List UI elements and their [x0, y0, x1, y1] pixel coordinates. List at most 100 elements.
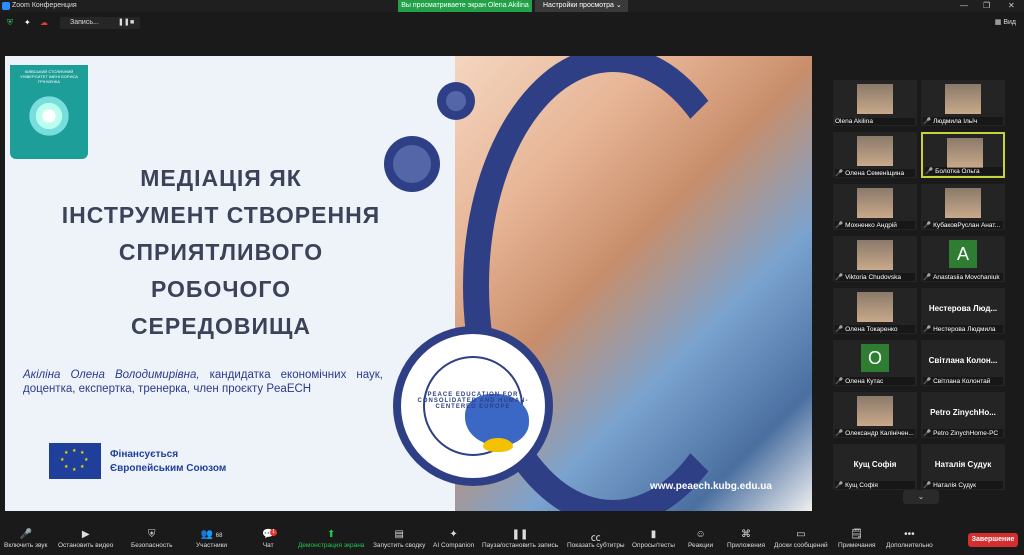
apps-button[interactable]: ⌘ Приложения [727, 529, 765, 549]
participant-name: Нестерова Людмила [933, 326, 996, 333]
ai-companion-button[interactable]: ✦ AI Companion [433, 529, 474, 549]
participant-name: Олена Токаренко [845, 326, 898, 333]
title-line: СЕРЕДОВИЩА [130, 313, 312, 339]
pause-icon[interactable]: ❚❚ [118, 17, 130, 29]
polls-button[interactable]: ▮ Опросы/тесты [632, 529, 675, 549]
view-options-label: Настройки просмотра [543, 2, 614, 9]
participant-tile[interactable]: 🎤 Олександр Калінічен... [833, 392, 917, 438]
participant-display-name: Наталія Судук [934, 460, 992, 469]
chevron-down-icon: ⌄ [615, 2, 622, 9]
logo-text: PEACE EDUCATION FOR CONSOLIDATED AND HUM… [417, 392, 529, 410]
minimize-icon[interactable]: — [960, 1, 968, 10]
share-screen-icon: ⬆ [327, 529, 336, 540]
title-line: МЕДІАЦІЯ ЯК [140, 165, 302, 191]
captions-label: Показать субтитры [567, 542, 625, 549]
recording-indicator[interactable]: Запись... ❚❚ ■ [60, 17, 140, 29]
maximize-icon[interactable]: ❐ [983, 1, 990, 10]
participant-tile[interactable]: 🎤 Мохненко Андрій [833, 184, 917, 230]
participant-tile[interactable]: 🎤 Олена Семеніщина [833, 132, 917, 178]
participant-display-name: Світлана Колон... [928, 356, 998, 365]
zoom-logo-icon [2, 2, 10, 10]
people-icon: 👥 [200, 529, 214, 540]
whiteboards-button[interactable]: ▭ Доски сообщений [774, 529, 828, 549]
decorative-circle [437, 82, 475, 120]
chevron-down-icon[interactable]: ⌄ [903, 490, 939, 504]
meeting-toolbar: 🎤 Включить звук ▶ Остановить видео ⛨ Безопа… [0, 527, 1024, 555]
participant-name: Olena Akilina [835, 118, 915, 125]
participant-tile[interactable]: 🎤 Людмила Ільїч [921, 80, 1005, 126]
title-line: РОБОЧОГО [150, 276, 292, 302]
shield-icon[interactable]: ⛨ [7, 18, 13, 28]
shield-icon: ⛨ [147, 529, 156, 540]
cloud-icon[interactable]: ☁ [40, 18, 48, 27]
participant-tile[interactable]: A 🎤 Anastasiia Movchaniuk [921, 236, 1005, 282]
participant-tile[interactable]: O 🎤 Олена Кутас [833, 340, 917, 386]
video-feed [857, 136, 893, 166]
notes-label: Примечания [838, 542, 876, 549]
poll-icon: ▮ [650, 529, 657, 540]
participant-display-name: Нестерова Люд... [928, 304, 998, 313]
participant-name: Олександр Калінічен... [845, 430, 914, 437]
participants-button[interactable]: 👥 68 Участники [196, 529, 227, 549]
mic-muted-icon: 🎤 [923, 274, 932, 281]
meeting-topbar: ⛨ ✦ ☁ Запись... ❚❚ ■ ▦ Вид [0, 14, 1024, 32]
share-screen-button[interactable]: ⬆ Демонстрация экрана [298, 529, 364, 549]
participants-label: Участники [196, 542, 228, 549]
end-meeting-button[interactable]: Завершение [968, 533, 1018, 547]
security-button[interactable]: ⛨ Безопасность [131, 529, 172, 549]
chat-badge: 1 [270, 529, 277, 536]
video-feed [857, 240, 893, 270]
mic-muted-icon: 🎤 [835, 170, 844, 177]
more-button[interactable]: ••• Дополнительно [886, 529, 933, 549]
participant-tile[interactable]: 🎤 Viktoria Chudovska [833, 236, 917, 282]
participant-tile[interactable]: Нестерова Люд... 🎤 Нестерова Людмила [921, 288, 1005, 334]
mic-muted-icon: 🎤 [19, 529, 32, 540]
mic-muted-icon: 🎤 [925, 168, 934, 175]
video-feed [857, 188, 893, 218]
pause-recording-button[interactable]: ❚❚ Пауза/остановить запись [482, 529, 558, 549]
video-feed [857, 396, 893, 426]
participant-tile[interactable]: Наталія Судук 🎤 Наталія Судук [921, 444, 1005, 490]
chat-button[interactable]: 1 💬 Чат [262, 529, 277, 549]
stop-video-button[interactable]: ▶ Остановить видео [58, 529, 113, 549]
participant-tile[interactable]: Petro ZinychHo... 🎤 Petro ZinychHome-PC [921, 392, 1005, 438]
author-name: Акіліна Олена Володимирівна, [23, 369, 200, 381]
view-button[interactable]: ▦ Вид [995, 18, 1016, 26]
video-feed [947, 138, 983, 168]
video-feed [857, 84, 893, 114]
slide-title: МЕДІАЦІЯ ЯК ІНСТРУМЕНТ СТВОРЕННЯ СПРИЯТЛ… [25, 160, 417, 345]
reactions-button[interactable]: ☺ Реакции [688, 529, 713, 549]
pause-icon: ❚❚ [511, 529, 529, 540]
participant-tile[interactable]: Кущ Софія 🎤 Кущ Софія [833, 444, 917, 490]
university-logo: КИЇВСЬКИЙ СТОЛИЧНИЙ УНІВЕРСИТЕТ ІМЕНІ БО… [10, 65, 88, 159]
whiteboard-icon: ▭ [796, 529, 806, 540]
peaech-logo: PEACE EDUCATION FOR CONSOLIDATED AND HUM… [393, 326, 553, 486]
close-icon[interactable]: ✕ [1008, 1, 1015, 10]
view-label: Вид [1003, 19, 1016, 26]
polls-label: Опросы/тесты [632, 542, 675, 549]
participant-tile[interactable]: 🎤 Олена Токаренко [833, 288, 917, 334]
captions-button[interactable]: ㏄ Показать субтитры [567, 529, 625, 549]
stop-icon[interactable]: ■ [130, 17, 134, 29]
participant-tile[interactable]: Світлана Колон... 🎤 Світлана Колонтай [921, 340, 1005, 386]
unmute-label: Включить звук [4, 542, 48, 549]
chat-label: Чат [262, 542, 274, 549]
security-label: Безопасность [131, 542, 173, 549]
window-title: Zoom Конференция [12, 2, 77, 9]
whiteboards-label: Доски сообщений [774, 542, 828, 549]
summary-label: Запустить сводку [373, 542, 426, 549]
video-feed [945, 188, 981, 218]
participant-name: КубаковРуслан Анат... [933, 222, 1001, 229]
summary-button[interactable]: ▤ Запустить сводку [373, 529, 425, 549]
participant-tile-active[interactable]: 🎤 Болотка Ольга [921, 132, 1005, 178]
notes-button[interactable]: 🗒 Примечания [838, 529, 876, 549]
pause-recording-label: Пауза/остановить запись [482, 542, 559, 549]
participant-name: Людмила Ільїч [933, 118, 978, 125]
sparkle-icon[interactable]: ✦ [24, 18, 31, 27]
participant-tile[interactable]: Olena Akilina [833, 80, 917, 126]
unmute-button[interactable]: 🎤 Включить звук [4, 529, 47, 549]
participant-tile[interactable]: 🎤 КубаковРуслан Анат... [921, 184, 1005, 230]
mic-muted-icon: 🎤 [835, 430, 844, 437]
eu-flag-icon: ★ ★ ★ ★ ★ ★ ★ ★ [49, 443, 101, 479]
view-options-button[interactable]: Настройки просмотра ⌄ [535, 0, 628, 12]
